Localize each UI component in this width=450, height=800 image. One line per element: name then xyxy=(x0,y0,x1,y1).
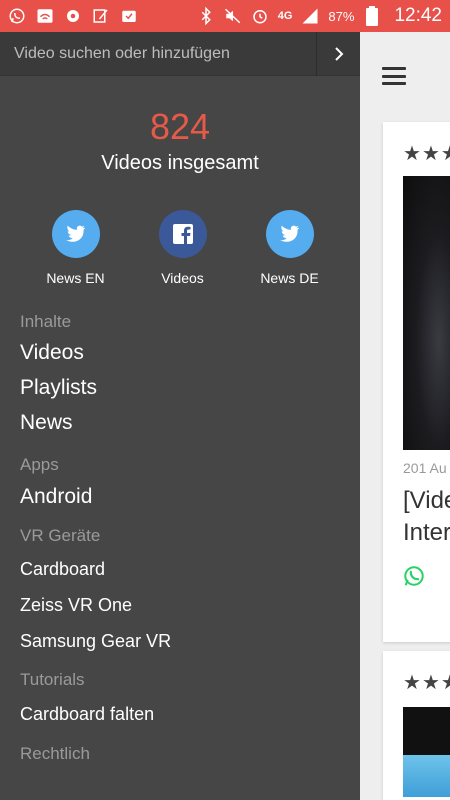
twitter-icon xyxy=(279,225,299,242)
whatsapp-share-button[interactable] xyxy=(403,565,425,587)
section-header-rechtlich: Rechtlich xyxy=(20,744,90,763)
menu-item-news[interactable]: News xyxy=(20,411,360,435)
twitter-icon xyxy=(65,225,85,242)
rating-stars: ★ ★ ★ xyxy=(403,673,450,693)
signal-icon xyxy=(301,7,319,25)
search-bar xyxy=(0,32,360,76)
section-header-tutorials: Tutorials xyxy=(20,670,85,689)
search-input[interactable] xyxy=(0,32,316,76)
social-news-en[interactable]: News EN xyxy=(41,210,111,286)
video-title-line: [Vide xyxy=(403,487,450,514)
battery-percent: 87% xyxy=(328,8,355,24)
social-links: News EN Videos News DE xyxy=(0,210,360,286)
menu-item-android[interactable]: Android xyxy=(20,485,360,509)
wifi-notification-icon xyxy=(36,7,54,25)
section-header-vr-devices: VR Geräte xyxy=(20,526,101,545)
network-type: 4G xyxy=(277,10,293,22)
whatsapp-notification-icon xyxy=(8,7,26,25)
main-content: ★★★ 201 Au [Vide Inter ★★★ xyxy=(360,32,450,800)
video-date: 201 Au xyxy=(403,460,447,476)
mute-icon xyxy=(224,7,242,25)
star-icon: ★ xyxy=(440,672,450,694)
whatsapp-icon xyxy=(404,566,424,586)
facebook-icon xyxy=(172,224,193,244)
star-icon: ★ xyxy=(403,672,421,694)
star-icon: ★ xyxy=(403,143,421,165)
menu-item-playlists[interactable]: Playlists xyxy=(20,376,360,400)
video-count-label: Videos insgesamt xyxy=(101,152,259,174)
video-thumbnail[interactable] xyxy=(403,176,450,450)
menu-icon[interactable] xyxy=(382,67,406,85)
menu-item-zeiss-vr-one[interactable]: Zeiss VR One xyxy=(20,595,360,616)
menu-item-cardboard[interactable]: Cardboard xyxy=(20,559,360,580)
settings-notification-icon xyxy=(64,7,82,25)
bluetooth-icon xyxy=(197,7,215,25)
video-thumbnail[interactable] xyxy=(403,707,450,797)
star-icon: ★ xyxy=(421,143,440,165)
drawer-menu: Inhalte Videos Playlists News Apps Andro… xyxy=(0,312,360,764)
edit-notification-icon xyxy=(92,7,110,25)
section-header-inhalte: Inhalte xyxy=(20,312,72,331)
star-icon: ★ xyxy=(421,672,440,694)
video-card[interactable]: ★ ★ ★ xyxy=(383,651,450,800)
star-icon: ★ xyxy=(440,143,450,165)
chevron-right-icon xyxy=(334,46,343,61)
video-card[interactable]: ★★★ 201 Au [Vide Inter xyxy=(383,122,450,642)
battery-icon xyxy=(363,6,381,26)
status-bar: 4G 87% 12:42 xyxy=(0,0,450,32)
video-count: 824 xyxy=(149,106,211,147)
navigation-drawer: 824 Videos insgesamt News EN Videos News… xyxy=(0,32,360,800)
social-label: News DE xyxy=(260,270,319,286)
rating-stars: ★ ★ ★ xyxy=(403,144,450,164)
menu-item-cardboard-falten[interactable]: Cardboard falten xyxy=(20,704,360,725)
facebook-button[interactable] xyxy=(158,210,207,258)
check-notification-icon xyxy=(120,7,138,25)
social-videos[interactable]: Videos xyxy=(148,210,218,286)
social-label: Videos xyxy=(161,270,204,286)
alarm-icon xyxy=(251,7,269,25)
section-header-apps: Apps xyxy=(20,455,59,474)
menu-item-samsung-gear-vr[interactable]: Samsung Gear VR xyxy=(20,631,360,652)
social-label: News EN xyxy=(46,270,105,286)
video-title-line: Inter xyxy=(403,519,450,546)
clock: 12:42 xyxy=(394,5,442,26)
twitter-button[interactable] xyxy=(265,210,314,258)
search-submit-button[interactable] xyxy=(316,32,360,76)
video-title[interactable]: [Vide Inter xyxy=(403,485,450,549)
twitter-button[interactable] xyxy=(51,210,100,258)
menu-item-videos[interactable]: Videos xyxy=(20,341,360,365)
social-news-de[interactable]: News DE xyxy=(255,210,325,286)
